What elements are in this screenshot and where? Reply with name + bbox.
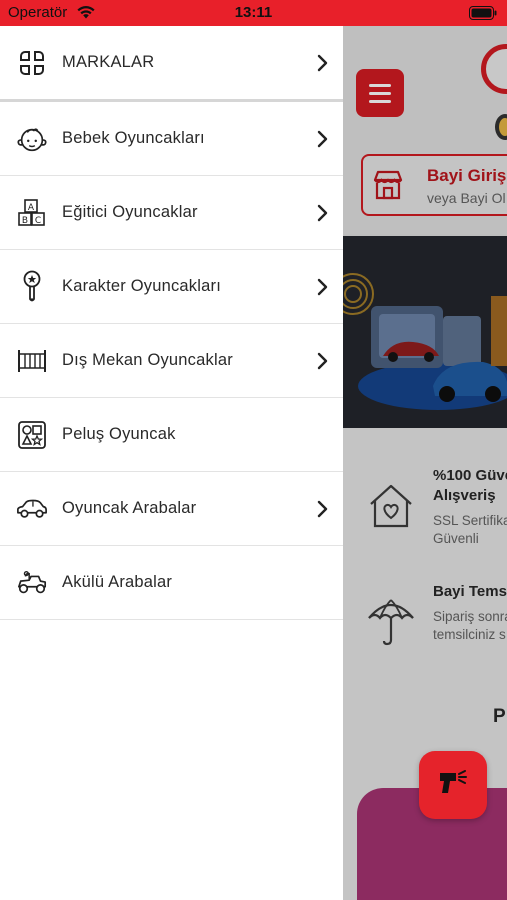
feature-title: Alışveriş <box>433 487 496 504</box>
section-heading: P <box>493 706 506 727</box>
drawer-item-label: Oyuncak Arabalar <box>62 499 197 517</box>
drawer-item-character-toys[interactable]: Karakter Oyuncakları <box>0 250 343 324</box>
svg-text:B: B <box>22 216 28 226</box>
house-heart-icon <box>365 480 417 537</box>
hamburger-menu-button[interactable] <box>356 69 404 117</box>
drawer-item-label: Akülü Arabalar <box>62 573 173 591</box>
hamburger-line <box>369 99 391 103</box>
shapes-box-icon <box>16 419 48 451</box>
car-icon <box>16 493 48 525</box>
chevron-right-icon <box>316 54 332 72</box>
battery-icon <box>469 6 497 24</box>
feature-title: Bayi Temsilcisi <box>433 583 507 600</box>
ride-on-car-icon <box>16 567 48 599</box>
store-icon <box>371 168 405 207</box>
status-bar: Operatör 13:11 <box>0 0 507 26</box>
promo-banner[interactable] <box>343 236 507 428</box>
drawer-item-ride-on-cars[interactable]: Akülü Arabalar <box>0 546 343 620</box>
dealer-login-title: Bayi Girişi <box>427 166 507 185</box>
hamburger-line <box>369 91 391 95</box>
hamburger-line <box>369 83 391 87</box>
dealer-login-button[interactable]: Bayi Girişi veya Bayi Ol <box>361 154 507 216</box>
drawer-item-label: Dış Mekan Oyuncaklar <box>62 351 233 369</box>
feature-subtitle: Güvenli <box>433 531 479 546</box>
background-header: Bayi Girişi veya Bayi Ol <box>343 26 507 234</box>
chevron-right-icon <box>316 352 332 370</box>
drawer-item-label: Eğitici Oyuncaklar <box>62 203 198 221</box>
chevron-right-icon <box>316 278 332 296</box>
feature-title: %100 Güvenli <box>433 467 507 484</box>
rattle-icon <box>16 270 48 303</box>
feature-subtitle: temsilciniz s <box>433 627 506 642</box>
abc-blocks-icon: A B C <box>16 197 48 229</box>
crib-icon <box>16 345 48 377</box>
toy-cars-illustration <box>343 236 507 428</box>
brand-logo <box>481 44 507 94</box>
drawer-item-educational-toys[interactable]: A B C Eğitici Oyuncaklar <box>0 176 343 250</box>
clock-time: 13:11 <box>234 4 273 21</box>
dealer-login-subtitle: veya Bayi Ol <box>427 190 506 206</box>
drawer-item-baby-toys[interactable]: Bebek Oyuncakları <box>0 102 343 176</box>
umbrella-icon <box>365 592 417 653</box>
drawer-item-label: MARKALAR <box>62 53 155 71</box>
chevron-right-icon <box>316 130 332 148</box>
drawer-item-label: Peluş Oyuncak <box>62 425 176 443</box>
drawer-item-plush-toy[interactable]: Peluş Oyuncak <box>0 398 343 472</box>
brand-mascot-logo <box>495 114 507 140</box>
baby-face-icon <box>16 123 48 155</box>
scanner-gun-icon <box>438 769 468 802</box>
svg-text:A: A <box>28 203 35 213</box>
chevron-right-icon <box>316 204 332 222</box>
barcode-scanner-button[interactable] <box>419 751 487 819</box>
drawer-item-outdoor-toys[interactable]: Dış Mekan Oyuncaklar <box>0 324 343 398</box>
feature-subtitle: SSL Sertifikası <box>433 513 507 528</box>
drawer-item-label: Karakter Oyuncakları <box>62 277 221 295</box>
svg-text:C: C <box>35 216 41 226</box>
feature-subtitle: Sipariş sonrası <box>433 609 507 624</box>
chevron-right-icon <box>316 500 332 518</box>
drawer-item-brands[interactable]: MARKALAR <box>0 26 343 102</box>
drawer-item-toy-cars[interactable]: Oyuncak Arabalar <box>0 472 343 546</box>
navigation-drawer: MARKALAR Bebek Oyuncakları A B C Eğitici… <box>0 26 343 900</box>
drawer-item-label: Bebek Oyuncakları <box>62 129 205 147</box>
grid-icon <box>16 47 48 79</box>
